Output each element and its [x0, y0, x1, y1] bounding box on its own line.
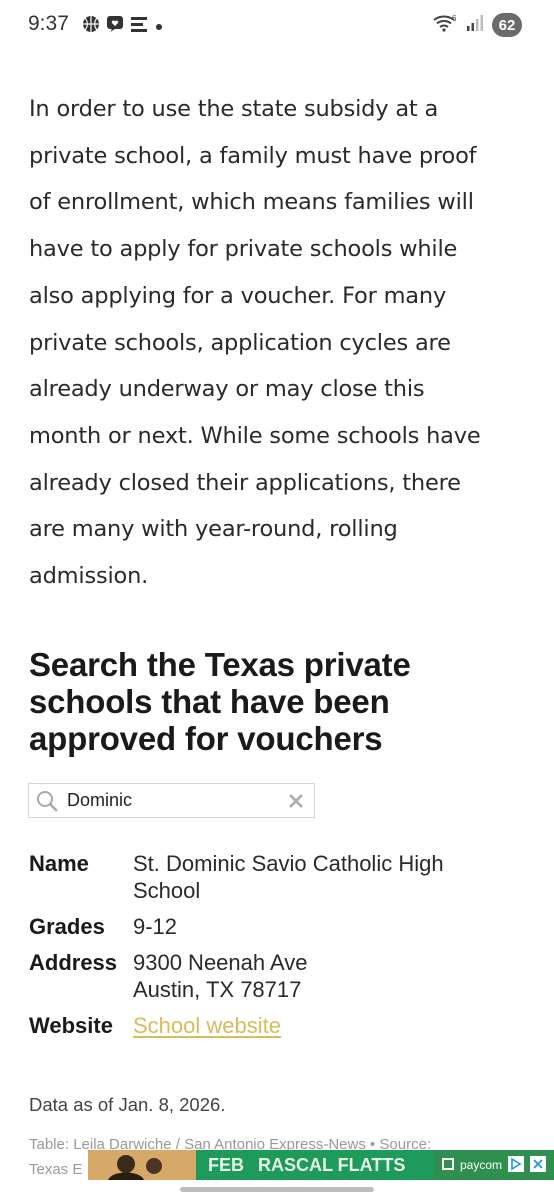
- signal-icon: [466, 14, 484, 36]
- clear-search-icon[interactable]: [288, 793, 304, 813]
- system-icons: 6 62: [432, 13, 522, 37]
- sponsor-logo-icon: [441, 1157, 454, 1173]
- article-line: have to apply for private schools while: [29, 236, 458, 263]
- status-bar: 9:37 6 62: [0, 0, 554, 52]
- ad-choices-icon[interactable]: [508, 1155, 525, 1175]
- battery-icon: 62: [492, 13, 522, 37]
- grades-row: Grades 9-12: [29, 913, 529, 940]
- notification-icons: [82, 15, 164, 37]
- grades-value: 9-12: [133, 914, 178, 939]
- heading-line: Search the Texas private: [29, 646, 411, 683]
- address-value: 9300 Neenah Ave Austin, TX 78717: [133, 949, 493, 1003]
- article-line: are many with year-round, rolling: [29, 516, 398, 543]
- name-row: Name St. Dominic Savio Catholic High Sch…: [29, 850, 529, 904]
- ad-close-icon[interactable]: [530, 1155, 547, 1175]
- ad-month: FEB: [208, 1154, 244, 1175]
- address-line: Austin, TX 78717: [133, 977, 302, 1002]
- search-input[interactable]: [67, 786, 267, 814]
- address-line: 9300 Neenah Ave: [133, 950, 308, 975]
- wifi-icon: 6: [432, 13, 458, 37]
- dot-icon: [154, 17, 164, 36]
- article-line: private school, a family must have proof: [29, 142, 477, 169]
- e-news-icon: [130, 15, 148, 37]
- sponsor-name: paycom: [459, 1158, 503, 1172]
- article-line: month or next. While some schools have: [29, 422, 481, 449]
- website-row: Website School website: [29, 1012, 529, 1039]
- grades-label: Grades: [29, 914, 105, 939]
- article-line: also applying for a voucher. For many: [29, 282, 447, 309]
- name-label: Name: [29, 851, 89, 876]
- ad-text: FEB RASCAL FLATTS: [196, 1150, 434, 1180]
- status-time: 9:37: [28, 12, 69, 35]
- article-line: In order to use the state subsidy at a: [29, 96, 439, 122]
- section-heading: Search the Texas private schools that ha…: [29, 646, 529, 757]
- article-line: private schools, application cycles are: [29, 329, 451, 356]
- heart-message-icon: [106, 15, 124, 37]
- website-label: Website: [29, 1013, 113, 1038]
- heading-line: schools that have been: [29, 683, 390, 720]
- heading-line: approved for vouchers: [29, 720, 383, 757]
- address-row: Address 9300 Neenah Ave Austin, TX 78717: [29, 949, 529, 1003]
- article-line: of enrollment, which means families will: [29, 189, 474, 216]
- article-line: already closed their applications, there: [29, 469, 461, 496]
- school-website-link[interactable]: School website: [133, 1013, 281, 1038]
- search-icon: [35, 789, 59, 817]
- article-line: already underway or may close this: [29, 376, 425, 403]
- article-body: In order to use the state subsidy at a p…: [29, 86, 519, 600]
- data-as-of-note: Data as of Jan. 8, 2026.: [29, 1094, 226, 1115]
- ad-image: [88, 1150, 196, 1180]
- school-result: Name St. Dominic Savio Catholic High Sch…: [29, 850, 529, 1048]
- article-line: admission.: [29, 563, 149, 590]
- school-search-box[interactable]: [28, 783, 315, 818]
- gesture-nav-handle[interactable]: [180, 1187, 374, 1192]
- ad-headline: RASCAL FLATTS: [258, 1154, 406, 1175]
- ad-sponsor: paycom: [434, 1150, 554, 1180]
- address-label: Address: [29, 950, 118, 975]
- name-value: St. Dominic Savio Catholic High School: [133, 851, 444, 903]
- basketball-icon: [82, 15, 100, 37]
- svg-text:6: 6: [452, 14, 457, 23]
- ad-banner[interactable]: FEB RASCAL FLATTS paycom: [88, 1150, 554, 1180]
